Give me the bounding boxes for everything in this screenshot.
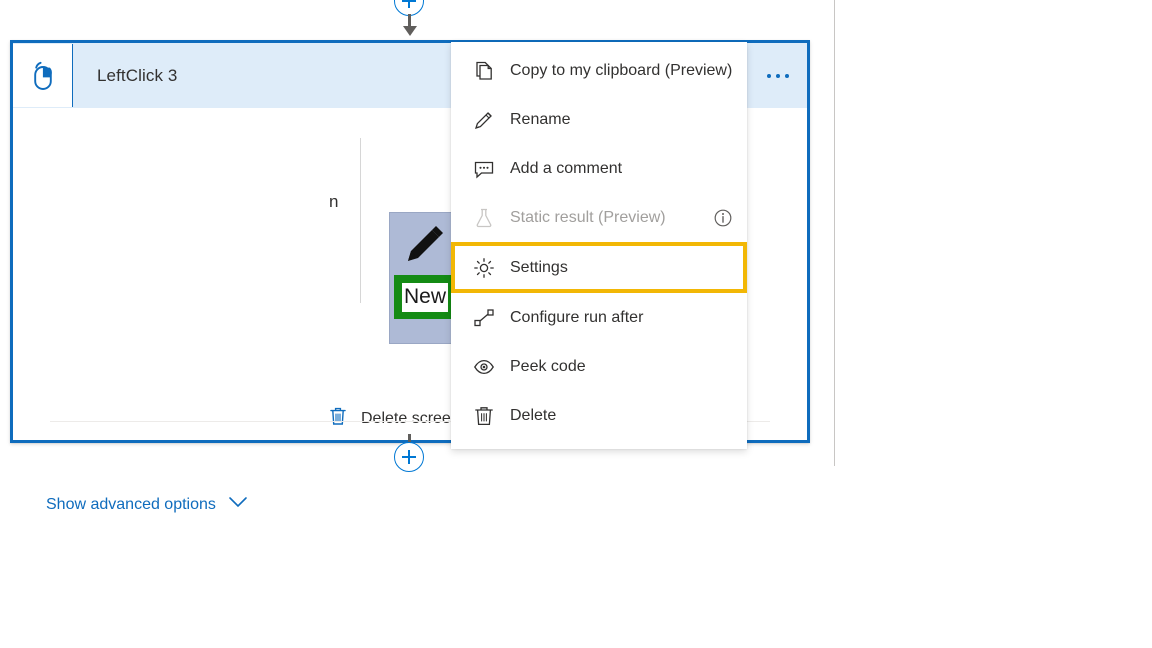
field-text-fragment: n [329,192,338,212]
show-advanced-options-label: Show advanced options [46,496,216,514]
add-step-button-bottom[interactable] [394,442,424,472]
menu-item-label: Copy to my clipboard (Preview) [510,62,732,80]
run-after-icon [473,307,497,329]
ellipsis-dot [785,74,789,78]
delete-screenshot-label: Delete scree [361,410,451,428]
connector-above-card [394,0,426,40]
trash-icon [473,405,497,427]
menu-item-label: Settings [510,259,568,277]
action-context-menu[interactable]: Copy to my clipboard (Preview) Rename Add … [451,42,747,449]
menu-item-configure-run-after[interactable]: Configure run after [451,293,747,342]
connector-below-card [394,442,426,480]
ellipsis-dot [767,74,771,78]
field-divider [360,138,361,303]
gear-icon [473,257,497,279]
menu-item-rename[interactable]: Rename [451,95,747,144]
screenshot-thumbnail[interactable]: New [389,212,457,344]
designer-canvas: LeftClick 3 n [0,0,1152,648]
menu-item-copy-to-my-clipboard-preview[interactable]: Copy to my clipboard (Preview) [451,46,747,95]
menu-item-delete[interactable]: Delete [451,391,747,440]
chevron-down-icon [228,496,248,514]
info-icon[interactable] [713,208,733,228]
menu-item-label: Rename [510,111,570,129]
pane-divider [834,0,835,466]
pencil-icon [402,223,446,272]
menu-item-settings[interactable]: Settings [451,242,747,293]
mouse-left-click-icon [13,44,73,107]
new-label-highlight: New [394,275,456,319]
copy-icon [473,60,497,82]
ellipsis-dot [776,74,780,78]
show-advanced-options-button[interactable]: Show advanced options [46,496,248,514]
action-card-menu-button[interactable] [761,66,795,86]
flow-arrow-down-icon [408,14,411,30]
pencil-icon [473,109,497,131]
menu-item-add-a-comment[interactable]: Add a comment [451,144,747,193]
menu-item-peek-code[interactable]: Peek code [451,342,747,391]
new-label-text: New [402,283,448,312]
comment-icon [473,158,497,180]
trash-icon [329,406,347,431]
menu-item-label: Peek code [510,358,586,376]
beaker-icon [473,207,497,229]
delete-screenshot-button[interactable]: Delete scree [329,406,451,431]
menu-item-static-result-preview: Static result (Preview) [451,193,747,242]
menu-item-label: Delete [510,407,556,425]
menu-item-label: Static result (Preview) [510,209,666,227]
menu-item-label: Add a comment [510,160,622,178]
menu-item-label: Configure run after [510,309,643,327]
eye-icon [473,356,497,378]
action-card-title: LeftClick 3 [97,66,177,86]
